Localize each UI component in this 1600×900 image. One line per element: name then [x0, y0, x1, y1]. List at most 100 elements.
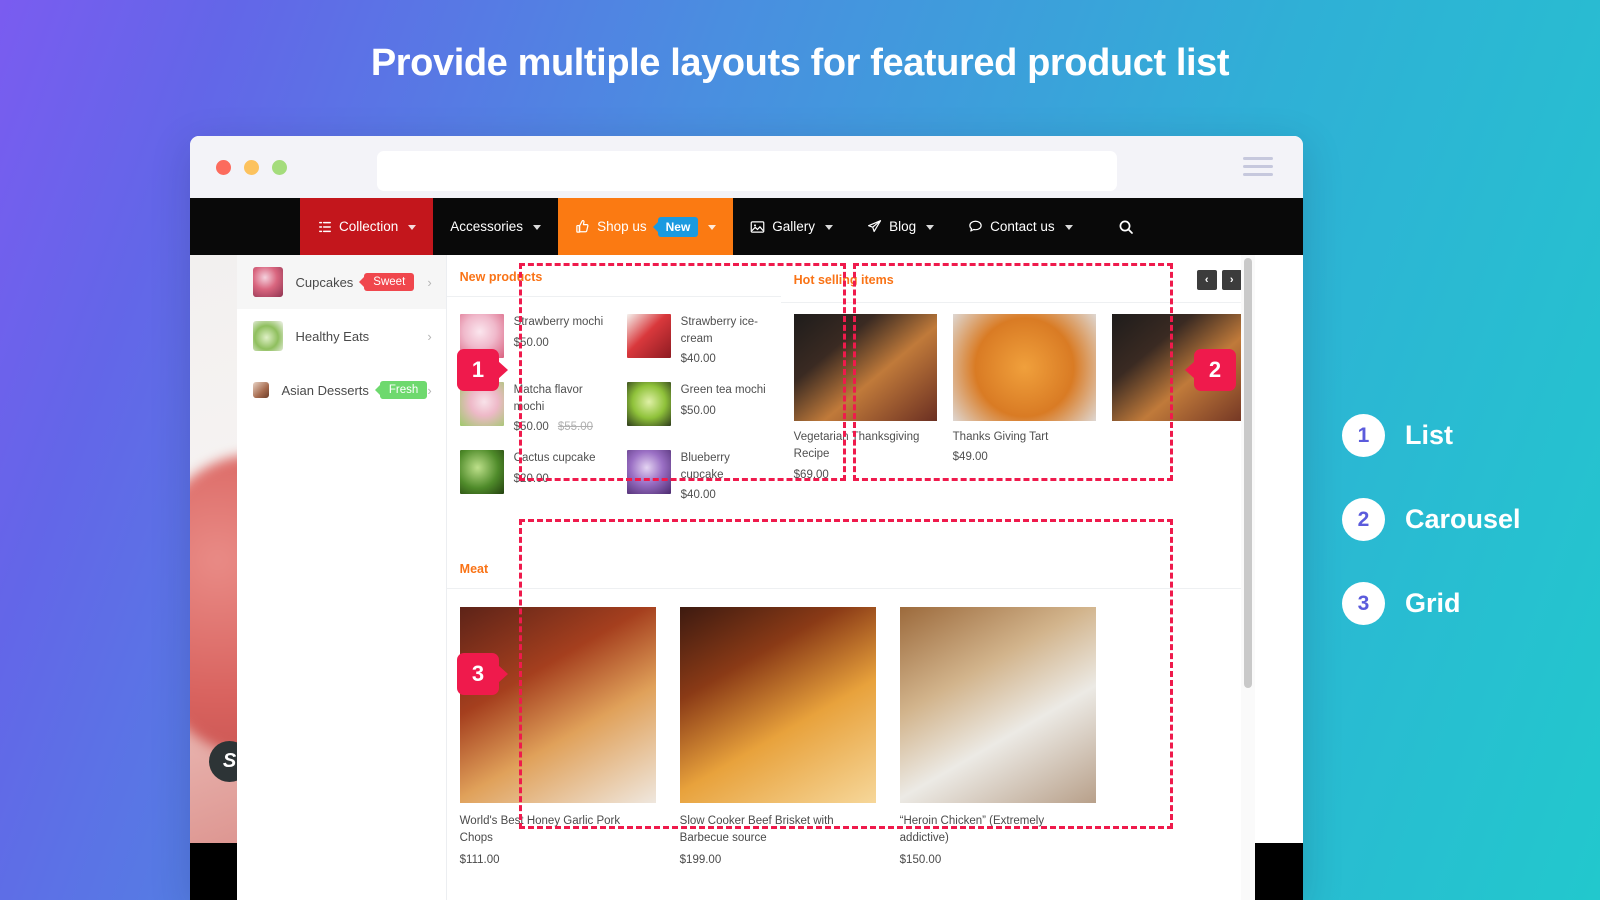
nav-label: Shop us: [597, 219, 647, 234]
product-name: Matcha flavor mochi: [513, 384, 583, 413]
legend-number: 3: [1342, 582, 1385, 625]
product-image: [899, 607, 1096, 804]
list-item[interactable]: Cactus cupcake $20.00: [447, 443, 614, 511]
nav-label: Collection: [339, 219, 399, 234]
site-body: S Cupcakes Sweet › Healthy Eats › Asian …: [190, 255, 1303, 900]
product-image: [679, 607, 876, 804]
carousel-prev-button[interactable]: ‹: [1196, 270, 1217, 290]
category-pill-sweet: Sweet: [364, 273, 415, 291]
chevron-right-icon: ›: [427, 274, 432, 290]
nav-item-collection[interactable]: Collection: [300, 198, 434, 255]
chevron-down-icon: [533, 225, 542, 230]
chevron-down-icon: [825, 225, 834, 230]
product-price: $50.00: [680, 404, 716, 417]
product-name: Cactus cupcake: [513, 452, 596, 465]
panel-hot-selling-items: Hot selling items ‹ › Vegetarian Thanksg…: [780, 255, 1255, 521]
meat-grid: World's Best Honey Garlic Pork Chops $11…: [447, 589, 1255, 866]
product-price: $199.00: [679, 853, 722, 866]
carousel-item[interactable]: Thanks Giving Tart $49.00: [952, 314, 1096, 481]
nav-badge-new: New: [657, 216, 699, 237]
category-sidebar: Cupcakes Sweet › Healthy Eats › Asian De…: [237, 255, 447, 900]
category-label: Asian Desserts: [281, 382, 369, 398]
carousel-item[interactable]: [1111, 314, 1255, 481]
chevron-right-icon: ›: [427, 328, 432, 344]
chevron-down-icon: [1064, 225, 1073, 230]
nav-item-gallery[interactable]: Gallery: [733, 198, 850, 255]
product-name: Green tea mochi: [680, 384, 766, 397]
product-thumbnail: [626, 314, 671, 358]
minimize-window-dot[interactable]: [244, 159, 259, 175]
product-image: [459, 607, 656, 804]
product-image: [952, 314, 1096, 421]
product-name: “Heroin Chicken” (Extremely addictive): [899, 815, 1045, 845]
category-pill-fresh: Fresh: [379, 381, 428, 399]
shopify-logo-button[interactable]: S: [209, 741, 238, 782]
product-name: Vegetarian Thanksgiving Recipe: [793, 431, 920, 461]
carousel-controls: ‹ ›: [1196, 270, 1242, 290]
address-bar[interactable]: [377, 151, 1117, 191]
vertical-scrollbar[interactable]: [1240, 255, 1255, 900]
footer-strip-left: [190, 843, 238, 900]
nav-item-shop-us[interactable]: Shop us New: [558, 198, 734, 255]
legend-label: Carousel: [1405, 504, 1521, 534]
page-title: Provide multiple layouts for featured pr…: [370, 42, 1230, 84]
product-price: $50.00: [513, 336, 549, 349]
maximize-window-dot[interactable]: [272, 159, 287, 175]
right-margin: [1254, 255, 1303, 900]
carousel-next-button[interactable]: ›: [1221, 270, 1242, 290]
annotation-badge-2: 2: [1194, 349, 1236, 391]
top-panels-row: New products Strawberry mochi $50.00 Str…: [446, 255, 1255, 521]
paper-plane-icon: [867, 219, 882, 234]
list-item[interactable]: Green tea mochi $50.00: [614, 375, 781, 443]
legend: 1 List 2 Carousel 3 Grid: [1342, 414, 1521, 666]
nav-item-accessories[interactable]: Accessories: [433, 198, 558, 255]
grid-item[interactable]: “Heroin Chicken” (Extremely addictive) $…: [899, 607, 1096, 866]
hero-image: S: [190, 255, 238, 900]
site-navbar: Collection Accessories Shop us New Galle…: [190, 198, 1303, 255]
panel-title-hot-selling: Hot selling items ‹ ›: [780, 255, 1255, 303]
category-thumbnail: [253, 321, 284, 351]
main-content: New products Strawberry mochi $50.00 Str…: [446, 255, 1255, 900]
grid-item[interactable]: World's Best Honey Garlic Pork Chops $11…: [459, 607, 656, 866]
hero-image-blob: [190, 455, 238, 755]
carousel-track[interactable]: Vegetarian Thanksgiving Recipe $69.00 Th…: [781, 303, 1255, 481]
browser-chrome: [190, 136, 1303, 198]
list-item[interactable]: Strawberry ice-cream $40.00: [614, 307, 781, 375]
panel-title-new-products: New products: [446, 255, 781, 297]
search-icon[interactable]: [1098, 198, 1154, 255]
sidebar-item-asian-desserts[interactable]: Asian Desserts Fresh ›: [237, 363, 445, 417]
nav-label: Contact us: [990, 219, 1055, 234]
new-products-list: Strawberry mochi $50.00 Strawberry ice-c…: [447, 297, 781, 521]
legend-label: List: [1405, 420, 1454, 450]
hamburger-icon[interactable]: [1243, 157, 1273, 176]
list-item[interactable]: Blueberry cupcake $40.00: [614, 443, 781, 511]
sidebar-item-cupcakes[interactable]: Cupcakes Sweet ›: [237, 255, 446, 309]
category-label: Healthy Eats: [295, 328, 370, 344]
browser-window: Collection Accessories Shop us New Galle…: [190, 136, 1303, 900]
navbar-left-spacer: [190, 198, 300, 255]
site-viewport: Collection Accessories Shop us New Galle…: [190, 198, 1303, 900]
product-thumbnail: [626, 382, 671, 427]
sidebar-item-healthy-eats[interactable]: Healthy Eats ›: [237, 309, 445, 363]
product-price: $20.00: [513, 472, 549, 485]
scrollbar-thumb[interactable]: [1243, 258, 1252, 688]
product-image: [793, 314, 937, 421]
carousel-item[interactable]: Vegetarian Thanksgiving Recipe $69.00: [793, 314, 937, 481]
thumbs-up-icon: [575, 219, 590, 234]
legend-item-carousel: 2 Carousel: [1342, 498, 1521, 541]
grid-item[interactable]: Slow Cooker Beef Brisket with Barbecue s…: [679, 607, 876, 866]
chevron-down-icon: [926, 225, 935, 230]
legend-number: 1: [1342, 414, 1385, 457]
product-name: Blueberry cupcake: [680, 452, 730, 481]
nav-item-blog[interactable]: Blog: [850, 198, 951, 255]
nav-item-contact-us[interactable]: Contact us: [951, 198, 1090, 255]
panel-title-text: Hot selling items: [793, 273, 894, 287]
product-name: Strawberry mochi: [513, 316, 604, 328]
product-price-row: $50.00 $55.00: [514, 419, 606, 436]
product-name: Thanks Giving Tart: [952, 431, 1049, 443]
product-price: $111.00: [459, 853, 500, 866]
close-window-dot[interactable]: [216, 159, 231, 175]
panel-title-meat: Meat: [446, 547, 1255, 590]
product-name: Strawberry ice-cream: [680, 316, 758, 345]
category-thumbnail: [253, 267, 284, 297]
